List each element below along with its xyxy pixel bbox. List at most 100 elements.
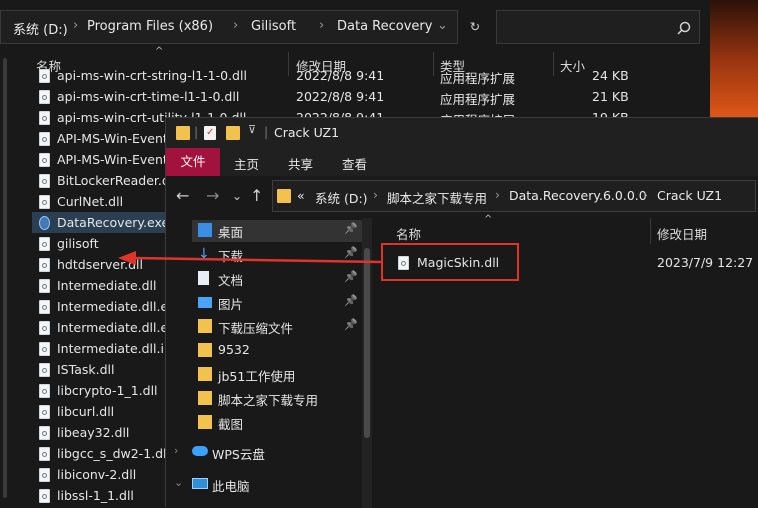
dll-file-icon [39, 321, 50, 335]
cell-name: Intermediate.dll.en [57, 320, 177, 335]
download-icon: ↓ [198, 246, 210, 262]
search-input[interactable] [496, 10, 700, 44]
forward-arrow-icon[interactable]: → [206, 186, 219, 205]
nav-item-label: 下载压缩文件 [218, 321, 294, 336]
window-title: Crack UZ1 [274, 125, 340, 140]
nav-item[interactable]: 下载压缩文件 📌 [196, 316, 361, 338]
nav-item[interactable]: jb51工作使用 [196, 364, 361, 386]
chevron-right-icon: › [495, 187, 500, 202]
tab-file[interactable]: 文件 [166, 148, 220, 176]
dll-file-icon [39, 342, 50, 356]
nav-item[interactable]: ↓ 下载 📌 [196, 244, 361, 266]
dll-file-icon [39, 363, 50, 377]
nav-item[interactable]: 截图 [196, 412, 361, 434]
nav-item[interactable]: 脚本之家下载专用 [196, 388, 361, 410]
pin-icon[interactable]: 📌 [344, 246, 358, 259]
folder-icon [198, 367, 212, 381]
sort-arrow-icon: ^ [484, 214, 493, 225]
crumb-overflow[interactable]: « [297, 188, 305, 203]
table-row[interactable]: api-ms-win-crt-time-l1-1-0.dll 2022/8/8 9… [36, 87, 636, 108]
cell-name: Intermediate.dll [57, 278, 157, 293]
dll-file-icon [39, 279, 50, 293]
nav-pane-scrollbar[interactable] [362, 218, 372, 508]
computer-icon [192, 478, 208, 489]
cell-name: gilisoft [57, 236, 99, 251]
nav-item-label: 文档 [218, 273, 244, 288]
quick-access-dropdown-icon[interactable]: ⊽ [248, 123, 256, 136]
up-arrow-icon[interactable]: ↑ [250, 186, 263, 205]
chevron-down-icon[interactable]: ⌄ [437, 18, 448, 33]
title-bar: | ✓ ⊽ | Crack UZ1 [166, 118, 758, 148]
back-crumb-drive[interactable]: 系统 (D:) [13, 19, 68, 38]
dll-file-icon [39, 300, 50, 314]
pin-icon[interactable]: 📌 [344, 270, 358, 283]
folder-icon [198, 391, 212, 405]
navigation-pane: 桌面 📌 ↓ 下载 📌 文档 📌 图片 📌 下载压缩文件 📌 9532 jb51工作使用 脚本之家下载专用… [166, 218, 371, 508]
back-crumb-gilisoft[interactable]: Gilisoft [251, 19, 296, 34]
folder-icon [198, 415, 212, 429]
cell-name: Intermediate.dll.int [57, 341, 177, 356]
crumb-jb51-downloads[interactable]: 脚本之家下载专用 [387, 188, 487, 207]
chevron-right-icon[interactable]: › [174, 444, 178, 457]
nav-item[interactable]: 9532 [196, 340, 361, 362]
dll-file-icon [39, 468, 50, 482]
properties-icon[interactable]: ✓ [204, 126, 216, 140]
table-row[interactable]: api-ms-win-crt-string-l1-1-0.dll 2022/8/8… [36, 66, 636, 87]
tab-home[interactable]: 主页 [234, 154, 259, 173]
tab-share[interactable]: 共享 [288, 154, 313, 173]
nav-item[interactable]: 文档 📌 [196, 268, 361, 290]
cell-name: DataRecovery.exe [57, 215, 170, 230]
pin-icon[interactable]: 📌 [344, 222, 358, 235]
cell-name: libiconv-2.dll [57, 467, 137, 482]
folder-icon [198, 343, 212, 357]
cell-name: libcurl.dll [57, 404, 115, 419]
back-scrollbar[interactable] [2, 56, 8, 507]
chevron-right-icon: › [73, 18, 79, 33]
back-arrow-icon[interactable]: ← [176, 186, 189, 205]
nav-item-label: WPS云盘 [212, 447, 265, 462]
back-crumb-program-files[interactable]: Program Files (x86) [87, 19, 213, 34]
recent-locations-icon[interactable]: ⌄ [232, 189, 242, 203]
nav-item[interactable]: 图片 📌 [196, 292, 361, 314]
nav-item-label: 桌面 [218, 225, 244, 240]
back-crumb-data-recovery[interactable]: Data Recovery [337, 19, 432, 34]
nav-item[interactable]: 桌面 📌 [196, 220, 361, 242]
crumb-crack-uz1[interactable]: Crack UZ1 [657, 188, 722, 203]
nav-item-label: 图片 [218, 297, 244, 312]
cell-date: 2022/8/8 9:41 [296, 68, 385, 83]
document-icon [198, 271, 209, 285]
cell-name: libgcc_s_dw2-1.dll [57, 446, 171, 461]
crumb-drive[interactable]: 系统 (D:) [315, 188, 368, 207]
nav-item-this-pc[interactable]: ⌄ 此电脑 [174, 474, 364, 496]
tab-view[interactable]: 查看 [342, 154, 367, 173]
front-address-bar[interactable]: « 系统 (D:) › 脚本之家下载专用 › Data.Recovery.6.0… [272, 180, 756, 212]
refresh-button[interactable]: ↻ [462, 10, 488, 44]
dll-file-icon [39, 405, 50, 419]
column-name[interactable]: 名称 [396, 224, 421, 243]
new-folder-icon[interactable] [226, 126, 240, 140]
desktop-icon [198, 223, 212, 237]
pin-icon[interactable]: 📌 [344, 294, 358, 307]
cell-name: API-MS-Win-Eventi [57, 152, 172, 167]
pin-icon[interactable]: 📌 [344, 318, 358, 331]
chevron-down-icon[interactable]: ⌄ [174, 476, 183, 489]
chevron-right-icon: › [373, 187, 378, 202]
cell-size: 24 KB [592, 68, 629, 83]
file-date: 2023/7/9 12:27 [657, 255, 754, 270]
nav-item-label: 此电脑 [212, 479, 250, 494]
front-explorer-window: | ✓ ⊽ | Crack UZ1 文件 主页 共享 查看 ← → ⌄ ↑ « … [165, 117, 758, 508]
cell-name: libcrypto-1_1.dll [57, 383, 158, 398]
nav-item-wps-cloud[interactable]: › WPS云盘 [174, 442, 364, 464]
navigation-bar: ← → ⌄ ↑ « 系统 (D:) › 脚本之家下载专用 › Data.Reco… [166, 180, 758, 212]
nav-item-label: 截图 [218, 417, 244, 432]
crumb-data-recovery-version[interactable]: Data.Recovery.6.0.0.0 [509, 188, 647, 203]
cell-type: 应用程序扩展 [440, 92, 516, 107]
front-column-header: 名称 ^ 修改日期 [376, 214, 758, 244]
cell-name: api-ms-win-crt-time-l1-1-0.dll [57, 89, 240, 104]
back-address-bar[interactable]: 系统 (D:) › Program Files (x86) › Gilisoft… [0, 10, 458, 44]
column-date[interactable]: 修改日期 [657, 224, 707, 243]
dll-file-icon [39, 69, 50, 83]
dll-file-icon [39, 447, 50, 461]
nav-item-label: jb51工作使用 [218, 369, 296, 384]
dll-file-icon [39, 90, 50, 104]
